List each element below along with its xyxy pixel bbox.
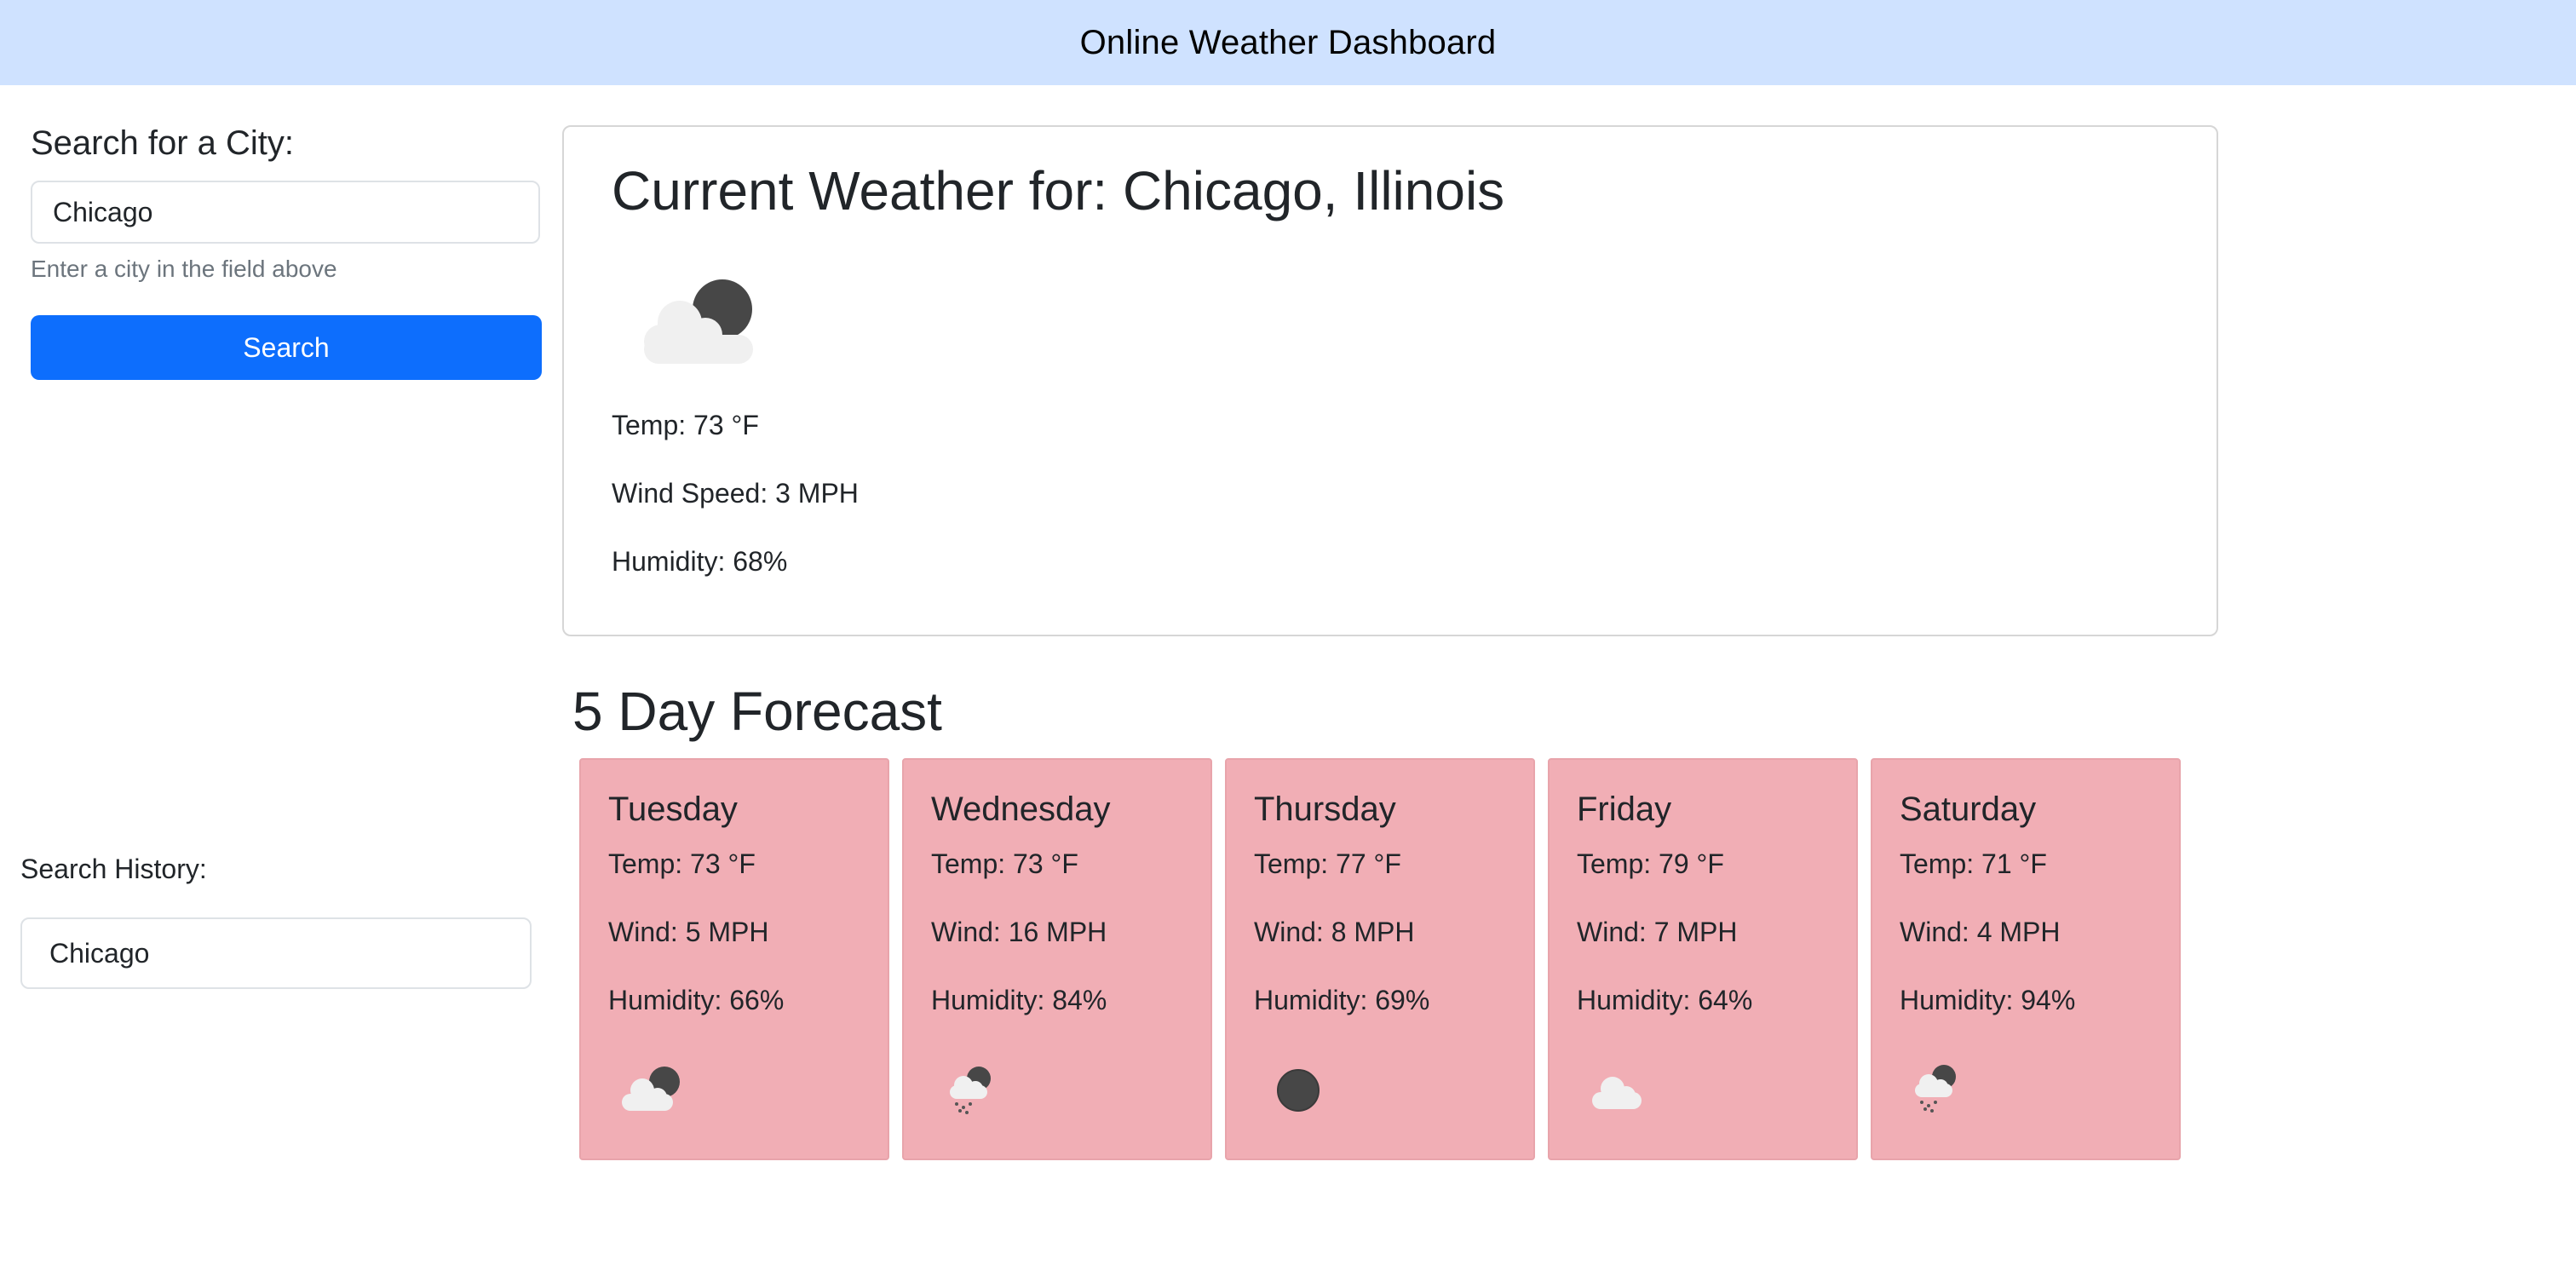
forecast-day: Friday xyxy=(1577,791,1672,828)
clear-night-icon xyxy=(1277,1069,1320,1112)
forecast-humidity: Humidity: 69% xyxy=(1254,985,1430,1015)
forecast-temp: Temp: 73 °F xyxy=(931,848,1078,879)
search-help-text: Enter a city in the field above xyxy=(31,256,337,282)
forecast-title: 5 Day Forecast xyxy=(572,681,942,742)
forecast-day: Thursday xyxy=(1254,791,1396,828)
rain-night-icon xyxy=(950,1067,991,1114)
forecast-card-wednesday: Wednesday Temp: 73 °F Wind: 16 MPH Humid… xyxy=(902,758,1212,1160)
rain-night-icon xyxy=(1915,1065,1956,1113)
forecast-wind: Wind: 8 MPH xyxy=(1254,917,1415,947)
forecast-temp: Temp: 73 °F xyxy=(608,848,756,879)
partly-cloudy-night-icon xyxy=(644,279,753,364)
search-label: Search for a City: xyxy=(31,124,295,162)
forecast-card-saturday: Saturday Temp: 71 °F Wind: 4 MPH Humidit… xyxy=(1871,758,2181,1160)
forecast-row: Tuesday Temp: 73 °F Wind: 5 MPH Humidity… xyxy=(579,758,2181,1160)
forecast-card-friday: Friday Temp: 79 °F Wind: 7 MPH Humidity:… xyxy=(1548,758,1858,1160)
forecast-wind: Wind: 16 MPH xyxy=(931,917,1107,947)
forecast-humidity: Humidity: 64% xyxy=(1577,985,1753,1015)
forecast-card-thursday: Thursday Temp: 77 °F Wind: 8 MPH Humidit… xyxy=(1225,758,1535,1160)
search-history-item[interactable]: Chicago xyxy=(20,917,532,989)
forecast-card-tuesday: Tuesday Temp: 73 °F Wind: 5 MPH Humidity… xyxy=(579,758,889,1160)
page-title: Online Weather Dashboard xyxy=(1079,23,1497,61)
navbar: Online Weather Dashboard xyxy=(0,0,2576,85)
search-history-label: Search History: xyxy=(20,854,207,884)
current-humidity: Humidity: 68% xyxy=(612,546,788,577)
current-wind: Wind Speed: 3 MPH xyxy=(612,478,859,509)
forecast-humidity: Humidity: 84% xyxy=(931,985,1107,1015)
partly-cloudy-night-icon xyxy=(622,1067,680,1111)
forecast-humidity: Humidity: 66% xyxy=(608,985,785,1015)
current-temp: Temp: 73 °F xyxy=(612,410,759,440)
forecast-humidity: Humidity: 94% xyxy=(1900,985,2076,1015)
forecast-temp: Temp: 77 °F xyxy=(1254,848,1401,879)
search-button[interactable]: Search xyxy=(31,315,542,380)
forecast-day: Tuesday xyxy=(608,791,738,828)
forecast-temp: Temp: 79 °F xyxy=(1577,848,1724,879)
city-search-input[interactable] xyxy=(31,181,540,244)
forecast-wind: Wind: 5 MPH xyxy=(608,917,769,947)
forecast-day: Wednesday xyxy=(931,791,1111,828)
forecast-wind: Wind: 4 MPH xyxy=(1900,917,2061,947)
forecast-day: Saturday xyxy=(1900,791,2037,828)
forecast-temp: Temp: 71 °F xyxy=(1900,848,2047,879)
cloud-icon xyxy=(1592,1077,1642,1109)
current-weather-title: Current Weather for: Chicago, Illinois xyxy=(612,160,1505,221)
forecast-wind: Wind: 7 MPH xyxy=(1577,917,1738,947)
current-weather-card: Current Weather for: Chicago, Illinois T… xyxy=(562,125,2218,636)
